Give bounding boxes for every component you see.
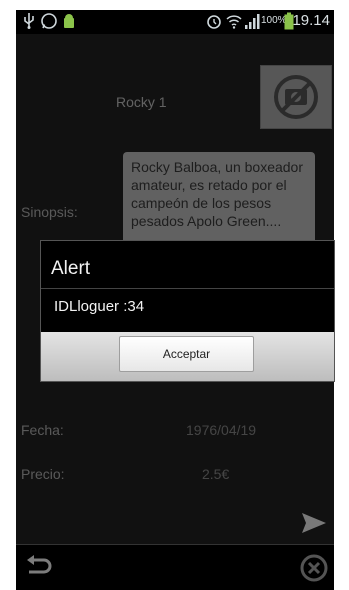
send-icon[interactable] — [301, 512, 327, 539]
whatsapp-icon — [40, 12, 58, 33]
date-label: Fecha: — [21, 422, 64, 438]
bottom-bar — [16, 544, 334, 590]
alert-button-bar: Acceptar — [41, 332, 334, 381]
poster-placeholder[interactable] — [260, 65, 332, 129]
no-camera-icon — [273, 74, 319, 125]
synopsis-text: Rocky Balboa, un boxeador amateur, es re… — [123, 152, 315, 244]
back-icon[interactable] — [24, 555, 52, 584]
alert-divider — [41, 288, 334, 289]
alert-title: Alert — [51, 258, 91, 279]
price-value: 2.5€ — [202, 466, 230, 482]
usb-icon — [22, 12, 36, 33]
status-bar: 100% 19.14 — [16, 10, 334, 34]
android-icon — [62, 12, 76, 33]
price-label: Precio: — [21, 466, 65, 482]
battery-percent: 100% — [261, 15, 287, 26]
alert-message: IDLloguer :34 — [54, 298, 145, 315]
synopsis-label: Sinopsis: — [21, 204, 78, 220]
date-value: 1976/04/19 — [186, 422, 257, 438]
cancel-icon[interactable] — [300, 554, 328, 587]
clock: 19.14 — [292, 12, 330, 29]
signal-icon — [244, 12, 260, 33]
movie-title: Rocky 1 — [116, 94, 167, 110]
wifi-icon — [226, 12, 242, 33]
alert-dialog: Alert IDLloguer :34 Acceptar — [40, 240, 335, 382]
alarm-icon — [206, 12, 222, 33]
accept-button[interactable]: Acceptar — [119, 336, 254, 372]
